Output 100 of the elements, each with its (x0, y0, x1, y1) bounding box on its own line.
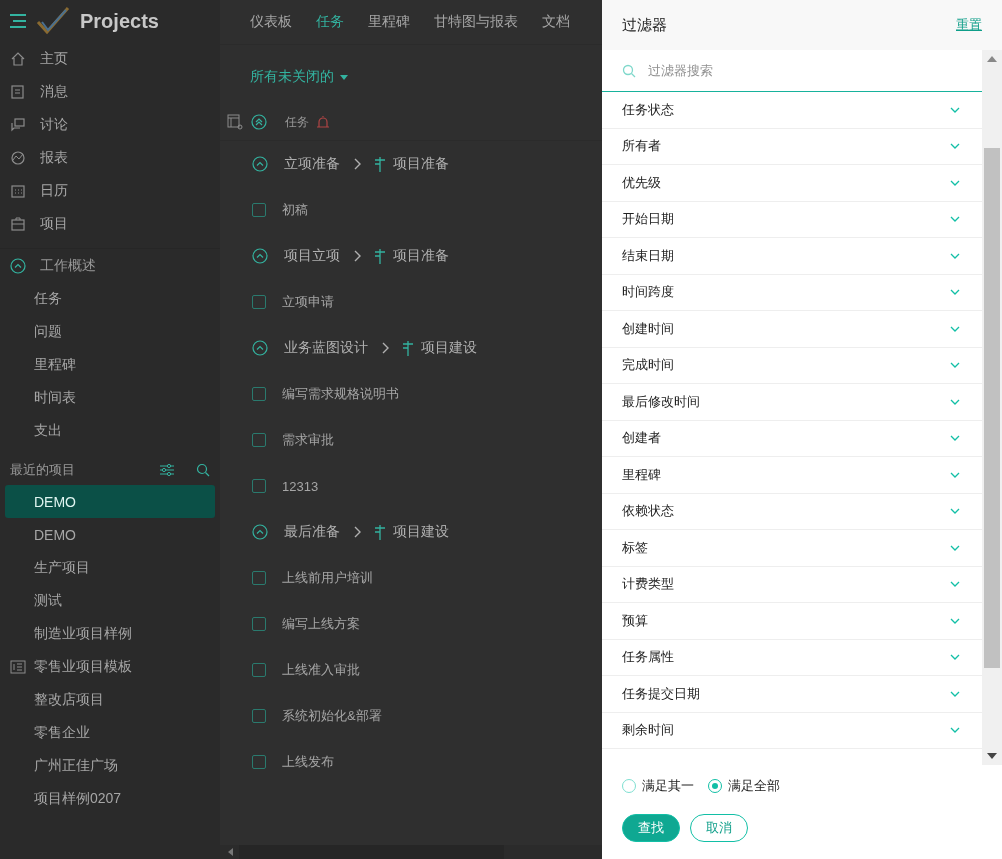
radio-option[interactable]: 满足全部 (708, 777, 780, 795)
collapse-circle-icon[interactable] (252, 156, 268, 172)
nav-tab[interactable]: 任务 (316, 13, 344, 31)
task-checkbox[interactable] (252, 617, 266, 631)
nav-item[interactable]: 项目 (0, 207, 220, 240)
nav-item[interactable]: 消息 (0, 75, 220, 108)
filter-field-row[interactable]: 任务提交日期 (602, 676, 982, 713)
project-item[interactable]: 生产项目 (5, 551, 215, 584)
vertical-scrollbar[interactable] (982, 50, 1002, 765)
filter-field-row[interactable]: 开始日期 (602, 201, 982, 238)
filter-field-row[interactable]: 计费类型 (602, 566, 982, 603)
nav-item[interactable]: 里程碑 (0, 348, 220, 381)
task-list-name[interactable]: 项目立项 (284, 247, 340, 265)
filter-field-row[interactable]: 标签 (602, 530, 982, 567)
nav-item[interactable]: 讨论 (0, 108, 220, 141)
filter-field-row[interactable]: 完成时间 (602, 347, 982, 384)
task-list-name[interactable]: 最后准备 (284, 523, 340, 541)
task-checkbox[interactable] (252, 433, 266, 447)
project-item[interactable]: DEMO (5, 518, 215, 551)
filter-field-row[interactable]: 创建时间 (602, 311, 982, 348)
project-item[interactable]: 零售企业 (5, 716, 215, 749)
collapse-all-icon[interactable] (251, 114, 267, 130)
search-icon[interactable] (196, 463, 210, 477)
search-field[interactable]: 过滤器搜索 (648, 58, 982, 83)
signpost-icon (373, 156, 387, 172)
project-item[interactable]: 零售业项目模板 (5, 650, 215, 683)
task-name[interactable]: 12313 (282, 478, 319, 494)
signpost-icon (373, 248, 387, 264)
task-checkbox[interactable] (252, 203, 266, 217)
project-item[interactable]: 测试 (5, 584, 215, 617)
chevron-down-icon (950, 106, 960, 113)
chevron-down-icon (950, 471, 960, 478)
task-checkbox[interactable] (252, 663, 266, 677)
cancel-button[interactable]: 取消 (690, 814, 748, 842)
chevron-right-icon (354, 158, 361, 170)
chevron-down-icon (950, 216, 960, 223)
table-settings-icon[interactable] (227, 114, 243, 130)
nav-item[interactable]: 支出 (0, 414, 220, 447)
project-item[interactable]: 制造业项目样例 (5, 617, 215, 650)
chevron-down-icon (950, 179, 960, 186)
task-name[interactable]: 编写上线方案 (282, 615, 360, 633)
checkmark-logo-icon (36, 6, 70, 36)
filter-field-row[interactable]: 最后修改时间 (602, 384, 982, 421)
task-list-name[interactable]: 业务蓝图设计 (284, 339, 368, 357)
filter-field-row[interactable]: 任务状态 (602, 92, 982, 129)
nav-item[interactable]: 时间表 (0, 381, 220, 414)
filter-field-row[interactable]: 所有者 (602, 128, 982, 165)
project-item[interactable]: DEMO (5, 485, 215, 518)
nav-item[interactable]: 报表 (0, 141, 220, 174)
filter-field-row[interactable]: 时间跨度 (602, 274, 982, 311)
task-name[interactable]: 立项申请 (282, 293, 334, 311)
sliders-icon[interactable] (160, 463, 174, 477)
task-checkbox[interactable] (252, 295, 266, 309)
task-checkbox[interactable] (252, 709, 266, 723)
task-name[interactable]: 编写需求规格说明书 (282, 385, 399, 403)
task-name[interactable]: 上线准入审批 (282, 661, 360, 679)
task-checkbox[interactable] (252, 571, 266, 585)
horizontal-scrollbar[interactable] (220, 845, 602, 859)
nav-tab[interactable]: 甘特图与报表 (434, 13, 518, 31)
filter-field-row[interactable]: 预算 (602, 603, 982, 640)
filter-field-row[interactable]: 创建者 (602, 420, 982, 457)
task-checkbox[interactable] (252, 387, 266, 401)
filter-field-row[interactable]: 依赖状态 (602, 493, 982, 530)
nav-item[interactable]: 任务 (0, 282, 220, 315)
task-checkbox[interactable] (252, 479, 266, 493)
nav-tab[interactable]: 里程碑 (368, 13, 410, 31)
milestone-name[interactable]: 项目准备 (393, 155, 449, 173)
task-list-name[interactable]: 立项准备 (284, 155, 340, 173)
task-name[interactable]: 上线发布 (282, 753, 334, 771)
task-name[interactable]: 需求审批 (282, 431, 334, 449)
chevron-right-icon (354, 526, 361, 538)
reset-link[interactable]: 重置 (956, 16, 982, 34)
collapse-circle-icon[interactable] (252, 524, 268, 540)
nav-item[interactable]: 日历 (0, 174, 220, 207)
task-name[interactable]: 初稿 (282, 201, 308, 219)
chat-bubbles-icon (10, 116, 26, 133)
project-item[interactable]: 广州正佳广场 (5, 749, 215, 782)
newspaper-icon (10, 83, 26, 100)
collapse-circle-icon[interactable] (252, 248, 268, 264)
task-name[interactable]: 上线前用户培训 (282, 569, 373, 587)
view-filter-dropdown[interactable]: 所有未关闭的 (250, 65, 348, 89)
scroll-left-icon (228, 848, 233, 856)
task-checkbox[interactable] (252, 755, 266, 769)
nav-item[interactable]: 主页 (0, 42, 220, 75)
project-item[interactable]: 项目样例0207 (5, 782, 215, 815)
nav-tab[interactable]: 文档 (542, 13, 570, 31)
collapse-circle-icon[interactable] (252, 340, 268, 356)
nav-item[interactable]: 问题 (0, 315, 220, 348)
filter-field-row[interactable]: 剩余时间 (602, 712, 982, 749)
nav-tab[interactable]: 仪表板 (250, 13, 292, 31)
task-name[interactable]: 系统初始化&部署 (282, 707, 382, 725)
project-item[interactable]: 整改店项目 (5, 683, 215, 716)
radio-option[interactable]: 满足其一 (622, 777, 694, 795)
filter-field-row[interactable]: 任务属性 (602, 639, 982, 676)
filter-field-row[interactable]: 结束日期 (602, 238, 982, 275)
milestone-name[interactable]: 项目建设 (421, 339, 477, 357)
milestone-name[interactable]: 项目准备 (393, 247, 449, 265)
filter-field-row[interactable]: 优先级 (602, 165, 982, 202)
milestone-name[interactable]: 项目建设 (393, 523, 449, 541)
filter-field-row[interactable]: 里程碑 (602, 457, 982, 494)
